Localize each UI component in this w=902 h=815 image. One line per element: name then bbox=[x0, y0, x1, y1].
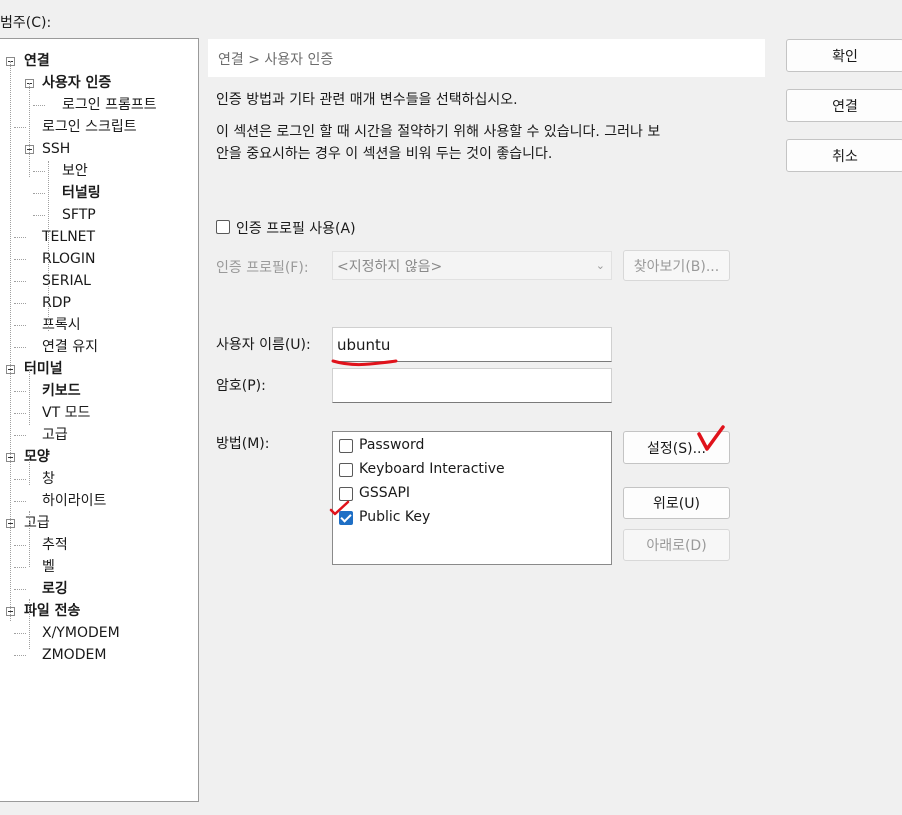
auth-profile-selected-value: <지정하지 않음> bbox=[337, 258, 443, 275]
tree-item-xymodem[interactable]: X/YMODEM bbox=[42, 623, 120, 643]
auth-profile-select[interactable]: <지정하지 않음> ⌄ bbox=[332, 251, 612, 280]
tree-connector-line bbox=[14, 259, 26, 260]
method-keyboard-interactive-label[interactable]: Keyboard Interactive bbox=[359, 461, 505, 477]
description-line-1: 인증 방법과 기타 관련 매개 변수들을 선택하십시오. bbox=[216, 92, 518, 108]
tree-connector-line bbox=[14, 633, 26, 634]
browse-button[interactable]: 찾아보기(B)... bbox=[623, 250, 730, 281]
method-password-checkbox[interactable] bbox=[339, 439, 353, 453]
tree-connector-line bbox=[14, 501, 26, 502]
tree-connector-line bbox=[14, 281, 26, 282]
tree-item-user-auth[interactable]: 사용자 인증 bbox=[42, 73, 111, 93]
tree-item-window[interactable]: 창 bbox=[42, 469, 55, 489]
tree-connector-line bbox=[14, 435, 26, 436]
move-up-button[interactable]: 위로(U) bbox=[623, 487, 730, 519]
auth-profile-checkbox[interactable] bbox=[216, 220, 230, 234]
cancel-button[interactable]: 취소 bbox=[786, 139, 902, 172]
chevron-down-icon: ⌄ bbox=[595, 259, 605, 272]
tree-item-connection[interactable]: 연결 bbox=[24, 51, 50, 71]
tree-item-vt-mode[interactable]: VT 모드 bbox=[42, 403, 90, 423]
tree-item-zmodem[interactable]: ZMODEM bbox=[42, 645, 106, 665]
tree-connector-line bbox=[29, 599, 30, 649]
auth-profile-field-label: 인증 프로필(F): bbox=[216, 260, 309, 276]
tree-item-login-prompt[interactable]: 로그인 프롬프트 bbox=[62, 95, 157, 115]
tree-item-appearance[interactable]: 모양 bbox=[24, 447, 50, 467]
tree-item-rlogin[interactable]: RLOGIN bbox=[42, 249, 96, 269]
tree-connector-line bbox=[29, 451, 30, 485]
connect-button[interactable]: 연결 bbox=[786, 89, 902, 122]
tree-item-login-script[interactable]: 로그인 스크립트 bbox=[42, 117, 137, 137]
tree-connector-line bbox=[33, 215, 45, 216]
username-value: ubuntu bbox=[337, 335, 391, 354]
tree-item-tunneling[interactable]: 터널링 bbox=[62, 183, 101, 203]
tree-item-security[interactable]: 보안 bbox=[62, 161, 88, 181]
description-line-2: 이 섹션은 로그인 할 때 시간을 절약하기 위해 사용할 수 있습니다. 그러… bbox=[216, 124, 661, 140]
tree-item-terminal-advanced[interactable]: 고급 bbox=[42, 425, 68, 445]
tree-connector-line bbox=[14, 237, 26, 238]
method-public-key-label[interactable]: Public Key bbox=[359, 509, 430, 525]
settings-button[interactable]: 설정(S)... bbox=[623, 431, 730, 464]
method-password-label[interactable]: Password bbox=[359, 437, 424, 453]
tree-connector-line bbox=[29, 83, 30, 177]
method-gssapi-checkbox[interactable] bbox=[339, 487, 353, 501]
tree-connector-line bbox=[48, 161, 49, 331]
tree-connector-line bbox=[14, 479, 26, 480]
tree-connector-line bbox=[14, 325, 26, 326]
method-keyboard-interactive-checkbox[interactable] bbox=[339, 463, 353, 477]
category-tree[interactable]: 연결 사용자 인증 로그인 프롬프트 로그인 스크립트 SSH 보안 터널링 SFTP TELN… bbox=[0, 38, 199, 802]
category-label: 범주(C): bbox=[0, 15, 52, 31]
tree-connector-line bbox=[33, 171, 45, 172]
tree-connector-line bbox=[14, 655, 26, 656]
tree-connector-line bbox=[29, 511, 30, 567]
tree-item-trace[interactable]: 추적 bbox=[42, 535, 68, 555]
move-down-button[interactable]: 아래로(D) bbox=[623, 529, 730, 561]
method-list[interactable]: Password Keyboard Interactive GSSAPI Pub… bbox=[332, 431, 612, 565]
password-label: 암호(P): bbox=[216, 378, 266, 394]
tree-connector-line bbox=[10, 61, 11, 621]
tree-connector-line bbox=[14, 391, 26, 392]
tree-item-logging[interactable]: 로깅 bbox=[42, 579, 68, 599]
tree-item-bell[interactable]: 벨 bbox=[42, 557, 55, 577]
tree-connector-line bbox=[14, 347, 26, 348]
tree-item-telnet[interactable]: TELNET bbox=[42, 227, 95, 247]
description-line-3: 안을 중요시하는 경우 이 섹션을 비워 두는 것이 좋습니다. bbox=[216, 146, 553, 162]
tree-connector-line bbox=[14, 413, 26, 414]
tree-item-highlight[interactable]: 하이라이트 bbox=[42, 491, 106, 511]
method-public-key-checkbox[interactable] bbox=[339, 511, 353, 525]
tree-connector-line bbox=[29, 369, 30, 425]
tree-connector-line bbox=[14, 589, 26, 590]
tree-item-rdp[interactable]: RDP bbox=[42, 293, 71, 313]
password-field[interactable] bbox=[332, 368, 612, 403]
tree-connector-line bbox=[14, 127, 26, 128]
auth-profile-checkbox-label[interactable]: 인증 프로필 사용(A) bbox=[236, 218, 356, 238]
tree-connector-line bbox=[33, 193, 45, 194]
tree-item-serial[interactable]: SERIAL bbox=[42, 271, 91, 291]
tree-item-sftp[interactable]: SFTP bbox=[62, 205, 96, 225]
method-label: 방법(M): bbox=[216, 436, 270, 452]
tree-item-ssh[interactable]: SSH bbox=[42, 139, 70, 159]
ok-button[interactable]: 확인 bbox=[786, 39, 902, 72]
tree-connector-line bbox=[14, 567, 26, 568]
username-label: 사용자 이름(U): bbox=[216, 337, 311, 353]
breadcrumb: 연결 > 사용자 인증 bbox=[218, 52, 334, 68]
tree-connector-line bbox=[14, 303, 26, 304]
tree-item-keyboard[interactable]: 키보드 bbox=[42, 381, 81, 401]
tree-connector-line bbox=[33, 105, 45, 106]
method-gssapi-label[interactable]: GSSAPI bbox=[359, 485, 410, 501]
tree-connector-line bbox=[14, 545, 26, 546]
tree-item-advanced[interactable]: 고급 bbox=[24, 513, 50, 533]
username-field[interactable]: ubuntu bbox=[332, 327, 612, 362]
tree-item-file-transfer[interactable]: 파일 전송 bbox=[24, 601, 80, 621]
tree-item-keep-alive[interactable]: 연결 유지 bbox=[42, 337, 98, 357]
